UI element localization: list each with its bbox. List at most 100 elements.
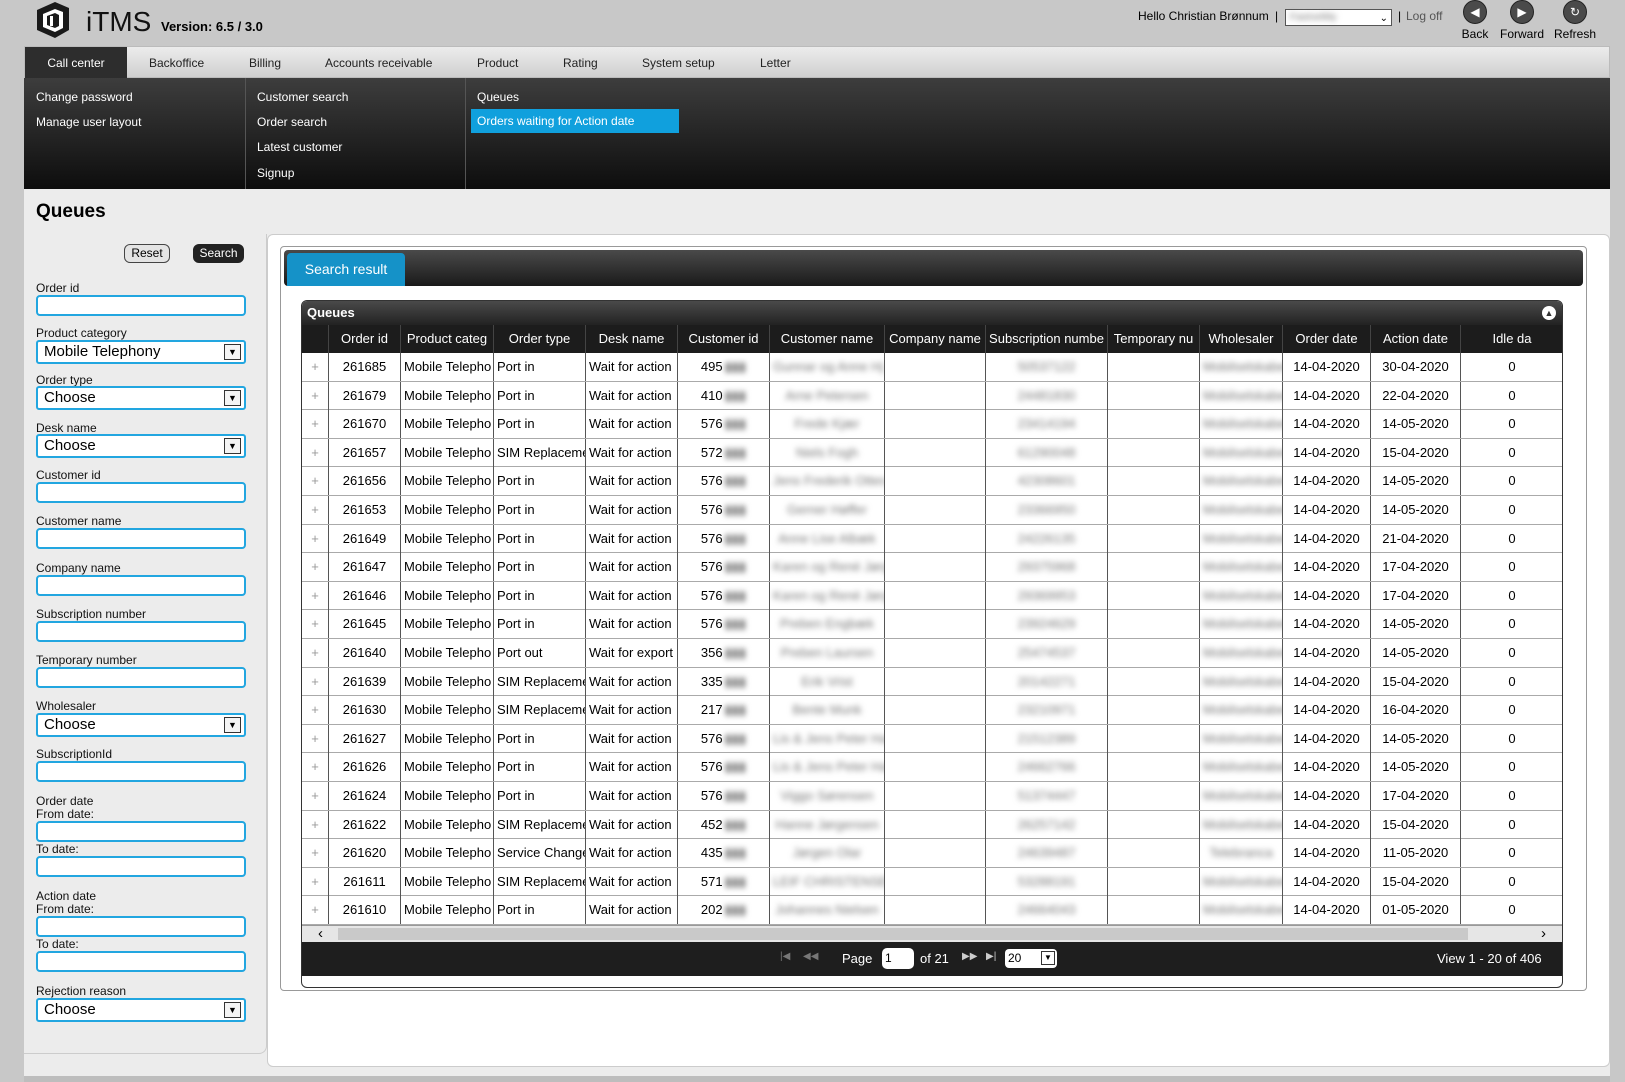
order-from-date-input[interactable] xyxy=(36,821,246,842)
company-name-input[interactable] xyxy=(36,575,246,596)
table-row[interactable]: +261647 Mobile Telepho Port in Wait for act… xyxy=(302,553,1562,582)
table-row[interactable]: +261627 Mobile Telepho Port in Wait for act… xyxy=(302,724,1562,754)
expand-row-icon[interactable]: + xyxy=(302,753,329,782)
scrollbar-thumb[interactable] xyxy=(338,928,1468,940)
expand-row-icon[interactable]: + xyxy=(302,438,329,467)
tab-search-result[interactable]: Search result xyxy=(287,253,405,286)
action-from-date-input[interactable] xyxy=(36,916,246,937)
logoff-link[interactable]: Log off xyxy=(1406,9,1442,23)
tab-billing[interactable]: Billing xyxy=(249,47,281,79)
queues-link[interactable]: Queues xyxy=(477,90,519,104)
table-row[interactable]: +261622 Mobile Telepho SIM Replaceme Wait f… xyxy=(302,810,1562,840)
order-id-input[interactable] xyxy=(36,295,246,316)
expand-row-icon[interactable]: + xyxy=(302,639,329,667)
horizontal-scrollbar[interactable]: ‹ › xyxy=(302,925,1562,942)
table-row[interactable]: +261649 Mobile Telepho Port in Wait for act… xyxy=(302,524,1562,554)
expand-row-icon[interactable]: + xyxy=(302,553,329,582)
expand-row-icon[interactable]: + xyxy=(302,782,329,810)
collapse-icon[interactable]: ▲ xyxy=(1542,306,1556,320)
order-type-select[interactable]: Choose ▼ xyxy=(36,386,246,410)
scroll-left-icon[interactable]: ‹ xyxy=(318,925,323,942)
table-row[interactable]: +261656 Mobile Telepho Port in Wait for act… xyxy=(302,467,1562,496)
wholesaler-select[interactable]: Choose ▼ xyxy=(36,713,246,737)
page-number-input[interactable]: 1 xyxy=(882,948,914,969)
expand-row-icon[interactable]: + xyxy=(302,610,329,639)
product-category-select[interactable]: Mobile Telephony ▼ xyxy=(36,340,246,364)
table-row[interactable]: +261679 Mobile Telepho Port in Wait for act… xyxy=(302,381,1562,411)
column-header-customer-name[interactable]: Customer name xyxy=(770,325,885,353)
column-header-order-type[interactable]: Order type xyxy=(494,325,586,353)
next-page-icon[interactable]: ▶▶ xyxy=(962,951,977,962)
subscription-id-input[interactable] xyxy=(36,761,246,782)
rejection-reason-select[interactable]: Choose ▼ xyxy=(36,998,246,1022)
scroll-right-icon[interactable]: › xyxy=(1541,925,1546,942)
profile-select[interactable]: FastnetMy ⌄ xyxy=(1285,9,1392,26)
column-header-action-date[interactable]: Action date xyxy=(1371,325,1461,353)
action-to-date-input[interactable] xyxy=(36,951,246,972)
table-row[interactable]: +261670 Mobile Telepho Port in Wait for act… xyxy=(302,410,1562,439)
column-header-order-date[interactable]: Order date xyxy=(1283,325,1371,353)
customer-search-link[interactable]: Customer search xyxy=(257,90,348,104)
column-header-subscription-number[interactable]: Subscription numbe xyxy=(986,325,1108,353)
orders-waiting-link[interactable]: Orders waiting for Action date xyxy=(471,109,679,133)
refresh-button[interactable]: ↻ Refresh xyxy=(1552,0,1598,41)
table-row[interactable]: +261630 Mobile Telepho SIM Replaceme Wait f… xyxy=(302,696,1562,725)
table-row[interactable]: +261610 Mobile Telepho Port in Wait for act… xyxy=(302,896,1562,925)
expand-row-icon[interactable]: + xyxy=(302,581,329,610)
tab-letter[interactable]: Letter xyxy=(760,47,791,79)
latest-customer-link[interactable]: Latest customer xyxy=(257,140,342,154)
table-row[interactable]: +261620 Mobile Telepho Service Change Wait … xyxy=(302,839,1562,868)
tab-rating[interactable]: Rating xyxy=(563,47,598,79)
expand-row-icon[interactable]: + xyxy=(302,496,329,524)
column-header-order-id[interactable]: Order id xyxy=(329,325,401,353)
table-row[interactable]: +261646 Mobile Telepho Port in Wait for act… xyxy=(302,581,1562,611)
expand-row-icon[interactable]: + xyxy=(302,839,329,868)
expand-row-icon[interactable]: + xyxy=(302,810,329,839)
expand-row-icon[interactable]: + xyxy=(302,667,329,696)
table-row[interactable]: +261639 Mobile Telepho SIM Replaceme Wait f… xyxy=(302,667,1562,697)
change-password-link[interactable]: Change password xyxy=(36,90,133,104)
column-header-idle-days[interactable]: Idle da xyxy=(1461,325,1562,353)
order-search-link[interactable]: Order search xyxy=(257,115,327,129)
table-row[interactable]: +261645 Mobile Telepho Port in Wait for act… xyxy=(302,610,1562,639)
expand-row-icon[interactable]: + xyxy=(302,381,329,410)
column-header-wholesaler[interactable]: Wholesaler xyxy=(1200,325,1283,353)
back-button[interactable]: ◀ Back xyxy=(1458,0,1492,41)
table-row[interactable]: +261685 Mobile Telepho Port in Wait for act… xyxy=(302,353,1562,382)
expand-row-icon[interactable]: + xyxy=(302,696,329,725)
tab-backoffice[interactable]: Backoffice xyxy=(149,47,204,79)
table-row[interactable]: +261657 Mobile Telepho SIM Replaceme Wait f… xyxy=(302,438,1562,468)
forward-button[interactable]: ▶ Forward xyxy=(1497,0,1547,41)
column-header-product-category[interactable]: Product categ xyxy=(401,325,494,353)
column-header-temporary-number[interactable]: Temporary nu xyxy=(1108,325,1200,353)
expand-row-icon[interactable]: + xyxy=(302,467,329,496)
desk-name-select[interactable]: Choose ▼ xyxy=(36,434,246,458)
tab-product[interactable]: Product xyxy=(477,47,518,79)
tab-system-setup[interactable]: System setup xyxy=(642,47,715,79)
page-size-select[interactable]: 20 ▼ xyxy=(1005,949,1057,968)
expand-row-icon[interactable]: + xyxy=(302,353,329,381)
column-header-company-name[interactable]: Company name xyxy=(885,325,986,353)
expand-row-icon[interactable]: + xyxy=(302,724,329,753)
prev-page-icon[interactable]: ◀◀ xyxy=(803,951,818,962)
customer-id-input[interactable] xyxy=(36,482,246,503)
table-row[interactable]: +261611 Mobile Telepho SIM Replaceme Wait f… xyxy=(302,867,1562,897)
column-header-desk-name[interactable]: Desk name xyxy=(586,325,678,353)
reset-button[interactable]: Reset xyxy=(124,244,170,263)
expand-row-icon[interactable]: + xyxy=(302,867,329,896)
table-row[interactable]: +261626 Mobile Telepho Port in Wait for act… xyxy=(302,753,1562,782)
search-button[interactable]: Search xyxy=(193,244,244,263)
temporary-number-input[interactable] xyxy=(36,667,246,688)
table-row[interactable]: +261640 Mobile Telepho Port out Wait for ex… xyxy=(302,639,1562,668)
order-to-date-input[interactable] xyxy=(36,856,246,877)
subscription-number-input[interactable] xyxy=(36,621,246,642)
tab-call-center[interactable]: Call center xyxy=(25,47,127,79)
expand-row-icon[interactable]: + xyxy=(302,524,329,553)
table-row[interactable]: +261624 Mobile Telepho Port in Wait for act… xyxy=(302,782,1562,811)
signup-link[interactable]: Signup xyxy=(257,166,294,180)
tab-accounts-receivable[interactable]: Accounts receivable xyxy=(325,47,432,79)
column-header-expand[interactable] xyxy=(302,325,329,353)
first-page-icon[interactable]: |◀ xyxy=(780,951,790,962)
expand-row-icon[interactable]: + xyxy=(302,410,329,439)
expand-row-icon[interactable]: + xyxy=(302,896,329,925)
